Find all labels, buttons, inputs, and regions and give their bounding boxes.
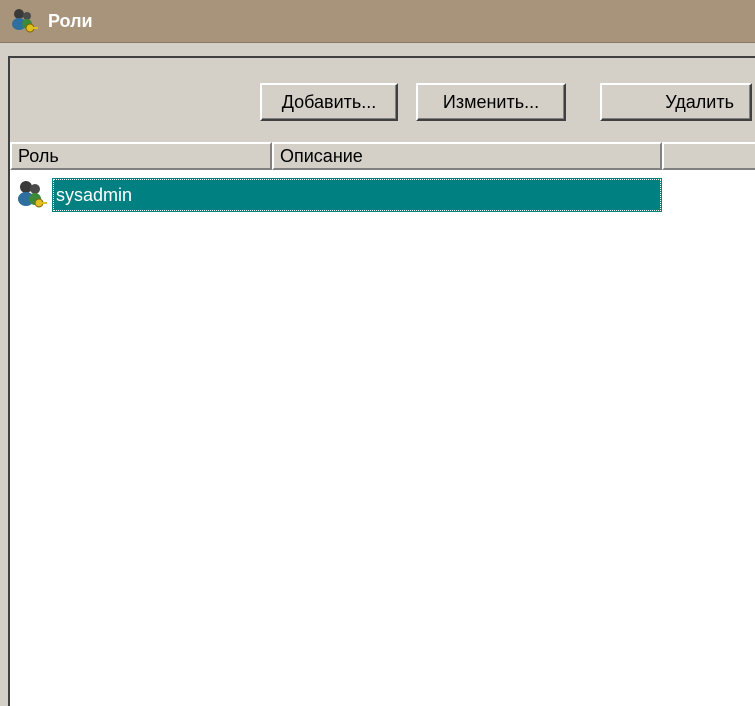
delete-button[interactable]: Удалить <box>600 83 752 121</box>
edit-button[interactable]: Изменить... <box>416 83 566 121</box>
roles-icon <box>10 7 38 35</box>
roles-list[interactable]: Роль Описание sysadmin <box>10 142 755 706</box>
window-title: Роли <box>48 11 93 31</box>
column-header-empty[interactable] <box>662 142 755 170</box>
add-button[interactable]: Добавить... <box>260 83 398 121</box>
column-header-description[interactable]: Описание <box>272 142 662 170</box>
role-name: sysadmin <box>56 185 133 205</box>
roles-panel: Добавить... Изменить... Удалить Роль Опи… <box>8 56 755 706</box>
title-bar[interactable]: Роли <box>0 0 755 43</box>
list-item[interactable]: sysadmin <box>12 178 662 212</box>
toolbar: Добавить... Изменить... Удалить <box>10 58 755 142</box>
column-header-role[interactable]: Роль <box>10 142 272 170</box>
roles-window: Роли Добавить... Изменить... Удалить Рол… <box>0 0 755 706</box>
selected-row-highlight: sysadmin <box>52 178 662 212</box>
list-header: Роль Описание <box>10 142 755 170</box>
role-icon <box>16 179 48 211</box>
